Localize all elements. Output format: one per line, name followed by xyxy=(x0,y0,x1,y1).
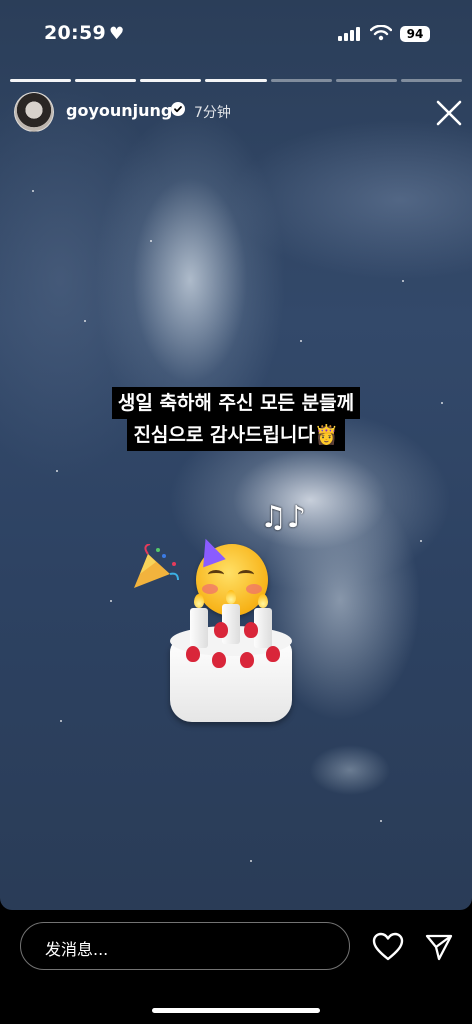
star-decoration xyxy=(380,820,382,822)
progress-segment xyxy=(400,79,462,82)
caption-line-1: 생일 축하해 주신 모든 분들께 xyxy=(111,387,361,419)
progress-segment xyxy=(10,79,72,82)
star-decoration xyxy=(250,860,252,862)
cake-strawberry xyxy=(244,622,258,638)
story-header: goyounjung 7分钟 xyxy=(14,92,464,132)
story-progress-bar xyxy=(10,79,462,82)
star-decoration xyxy=(60,720,62,722)
cake-strawberry xyxy=(186,646,200,662)
caption-line-2: 진심으로 감사드립니다👸 xyxy=(127,419,345,451)
signal-icon xyxy=(338,27,360,41)
reply-bar: 发消息... xyxy=(0,910,472,1024)
star-decoration xyxy=(32,190,34,192)
star-decoration xyxy=(110,600,112,602)
candle-flame xyxy=(258,594,268,608)
star-decoration xyxy=(402,280,404,282)
cake-candle xyxy=(190,608,208,648)
star-decoration xyxy=(300,340,302,342)
birthday-sticker-group: ♫♪ xyxy=(120,500,320,740)
wifi-icon xyxy=(370,25,392,41)
status-bar: 20:59 ♥ 94 xyxy=(0,0,472,70)
star-decoration xyxy=(84,320,86,322)
home-indicator xyxy=(152,1008,320,1013)
paper-plane-icon[interactable] xyxy=(424,932,454,962)
progress-segment xyxy=(75,79,137,82)
progress-segment xyxy=(335,79,397,82)
birthday-cake-sticker xyxy=(120,500,320,740)
verified-badge-icon xyxy=(171,102,185,116)
star-decoration xyxy=(420,540,422,542)
post-time-ago: 7分钟 xyxy=(194,105,231,121)
story-caption: 생일 축하해 주신 모든 분들께 진심으로 감사드립니다👸 xyxy=(0,387,472,451)
close-icon[interactable] xyxy=(436,100,462,126)
avatar[interactable] xyxy=(14,92,54,132)
candle-flame xyxy=(194,594,204,608)
star-decoration xyxy=(150,240,152,242)
candle-flame xyxy=(226,590,236,604)
message-input[interactable]: 发消息... xyxy=(20,922,350,970)
cake-strawberry xyxy=(214,622,228,638)
heart-outline-icon[interactable] xyxy=(372,932,404,962)
battery-indicator: 94 xyxy=(400,26,430,42)
story-media[interactable]: 생일 축하해 주신 모든 분들께 진심으로 감사드립니다👸 ♫♪ xyxy=(0,0,472,910)
cake-strawberry xyxy=(266,646,280,662)
progress-segment xyxy=(270,79,332,82)
username[interactable]: goyounjung xyxy=(66,101,172,120)
status-time: 20:59 xyxy=(44,22,106,44)
cake-strawberry xyxy=(212,652,226,668)
progress-segment xyxy=(205,79,267,82)
progress-segment xyxy=(140,79,202,82)
star-decoration xyxy=(56,470,58,472)
message-placeholder: 发消息... xyxy=(45,940,109,959)
cake-strawberry xyxy=(240,652,254,668)
heart-icon: ♥ xyxy=(109,24,125,44)
